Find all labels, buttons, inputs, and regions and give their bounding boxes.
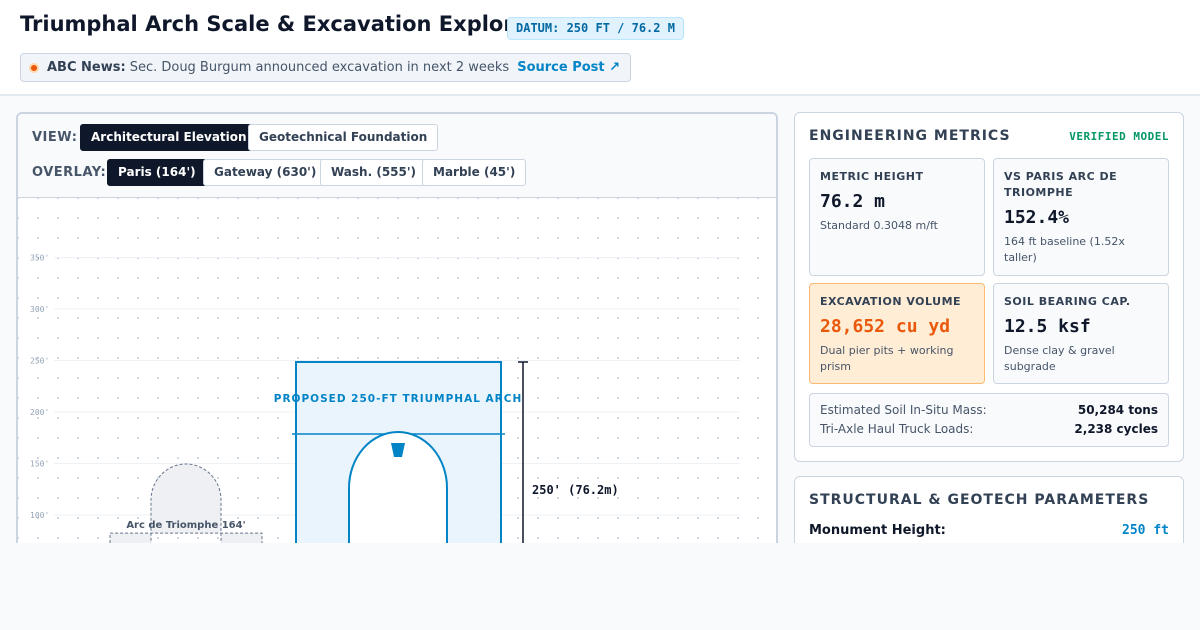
card-value: 28,652 cu yd: [820, 316, 951, 337]
card-label: METRIC HEIGHT: [820, 170, 924, 183]
param-label: Monument Height:: [809, 523, 946, 538]
proposed-arch-label: PROPOSED 250-FT TRIUMPHAL ARCH: [274, 393, 523, 405]
elevation-drawing: 100' 150' 200' 250' 300' 350' Arc de Triomphe…: [30, 254, 740, 550]
metrics-title: ENGINEERING METRICS: [809, 128, 1011, 144]
viewport-bottom: [0, 543, 1200, 630]
live-dot-icon: [29, 62, 39, 73]
card-sub: Dual pier pits + working prism: [820, 344, 954, 373]
scale-tick-label: 250': [30, 357, 49, 366]
elevation-canvas: 100' 150' 200' 250' 300' 350' Arc de Triomphe…: [18, 198, 776, 550]
params-title: STRUCTURAL & GEOTECH PARAMETERS: [809, 492, 1150, 508]
paris-arch-outline: Arc de Triomphe 164': [109, 463, 263, 550]
height-dimension: 250' (76.2m): [518, 361, 619, 550]
scale-tick-label: 300': [30, 305, 49, 314]
card-label: EXCAVATION VOLUME: [820, 295, 962, 308]
scale-tick-label: 100': [30, 511, 49, 520]
card-label: SOIL BEARING CAP.: [1004, 295, 1131, 308]
card-label: VS PARIS ARC DE TRIOMPHE: [1004, 170, 1118, 199]
scale-tick-label: 350': [30, 254, 49, 263]
scale-tick-label: 200': [30, 408, 49, 417]
card-value: 12.5 ksf: [1004, 316, 1091, 337]
dimension-label: 250' (76.2m): [532, 483, 619, 497]
overlay-paris-button[interactable]: Paris (164'): [107, 159, 207, 186]
view-label: VIEW:: [32, 130, 78, 145]
datum-badge: DATUM: 250 FT / 76.2 M: [507, 17, 684, 40]
card-value: 152.4%: [1004, 207, 1070, 228]
row-value: 50,284 tons: [1077, 403, 1158, 417]
news-text: Sec. Doug Burgum announced excavation in…: [129, 60, 510, 75]
proposed-arch: PROPOSED 250-FT TRIUMPHAL ARCH: [274, 361, 523, 550]
card-value: 76.2 m: [820, 191, 886, 212]
metric-height-card: METRIC HEIGHT 76.2 m Standard 0.3048 m/f…: [809, 158, 985, 276]
vs-paris-card: VS PARIS ARC DE TRIOMPHE 152.4% 164 ft b…: [993, 158, 1169, 276]
visualization-panel: VIEW: Architectural Elevation Geotechnic…: [16, 112, 778, 552]
view-geotechnical-foundation-button[interactable]: Geotechnical Foundation: [248, 124, 439, 151]
view-controls: VIEW: Architectural Elevation Geotechnic…: [18, 114, 776, 198]
row-label: Tri-Axle Haul Truck Loads:: [820, 422, 974, 436]
source-post-link[interactable]: Source Post ↗: [517, 60, 620, 75]
news-banner: ABC News: Sec. Doug Burgum announced exc…: [20, 53, 632, 82]
soil-mass-summary: Estimated Soil In-Situ Mass: 50,284 tons…: [809, 393, 1169, 447]
news-source: ABC News:: [47, 60, 126, 75]
haul-truck-row: Tri-Axle Haul Truck Loads: 2,238 cycles: [820, 422, 1158, 436]
overlay-label: OVERLAY:: [32, 165, 107, 180]
scale-tick-label: 150': [30, 460, 49, 469]
row-value: 2,238 cycles: [1074, 422, 1158, 436]
excavation-volume-card: EXCAVATION VOLUME 28,652 cu yd Dual pier…: [809, 283, 985, 384]
engineering-metrics-panel: ENGINEERING METRICS VERIFIED MODEL METRI…: [794, 112, 1184, 462]
page-title: Triumphal Arch Scale & Excavation Explor…: [20, 12, 539, 36]
card-sub: Standard 0.3048 m/ft: [820, 219, 938, 232]
app-header: Triumphal Arch Scale & Excavation Explor…: [0, 0, 1200, 96]
param-value: 250 ft: [1122, 523, 1169, 538]
param-row: Monument Height: 250 ft: [809, 523, 1169, 538]
card-sub: Dense clay & gravel subgrade: [1004, 344, 1115, 373]
paris-arch-label: Arc de Triomphe 164': [126, 520, 245, 531]
overlay-gateway-button[interactable]: Gateway (630'): [203, 159, 328, 186]
soil-mass-row: Estimated Soil In-Situ Mass: 50,284 tons: [820, 403, 1158, 417]
verified-badge: VERIFIED MODEL: [1069, 130, 1169, 143]
soil-bearing-card: SOIL BEARING CAP. 12.5 ksf Dense clay & …: [993, 283, 1169, 384]
view-architectural-elevation-button[interactable]: Architectural Elevation: [80, 124, 258, 151]
row-label: Estimated Soil In-Situ Mass:: [820, 403, 987, 417]
card-sub: 164 ft baseline (1.52x taller): [1004, 235, 1125, 264]
overlay-washington-button[interactable]: Wash. (555'): [320, 159, 428, 186]
overlay-marble-button[interactable]: Marble (45'): [422, 159, 527, 186]
